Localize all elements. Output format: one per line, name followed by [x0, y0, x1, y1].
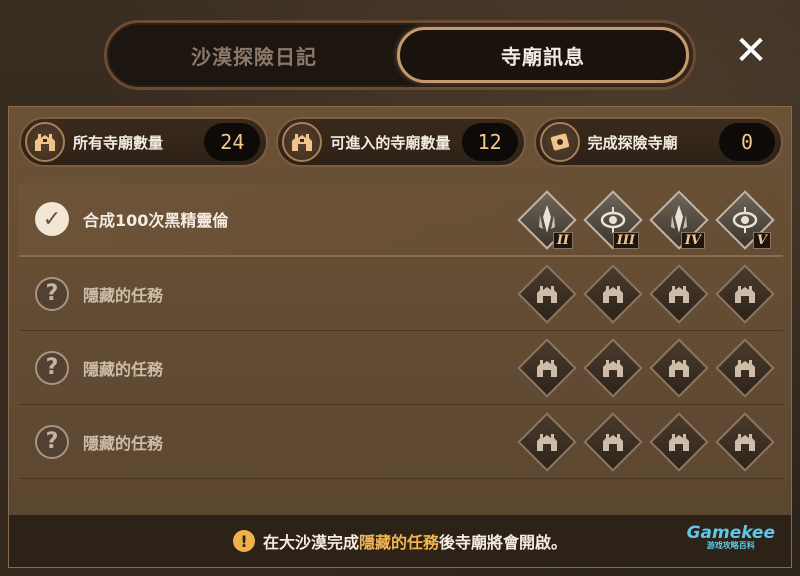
- locked-temple-icon[interactable]: [649, 263, 709, 325]
- footer-suffix: 後寺廟將會開啟。: [439, 533, 568, 552]
- stat-value: 24: [204, 123, 261, 161]
- locked-temple-icon[interactable]: [649, 337, 709, 399]
- temple-numeral: II: [552, 232, 573, 249]
- temple-emblem-eye-icon[interactable]: III: [583, 189, 643, 251]
- stats-bar: 所有寺廟數量 24 可進入的寺廟數量 12 完成探險寺廟 0: [19, 117, 783, 171]
- temple-emblems: [517, 411, 775, 473]
- temple-emblem-blade-icon[interactable]: IV: [649, 189, 709, 251]
- stat-value: 12: [461, 123, 518, 161]
- locked-temple-icon[interactable]: [715, 263, 775, 325]
- warning-icon: !: [232, 530, 255, 552]
- stat-total-temples: 所有寺廟數量 24: [19, 117, 269, 167]
- task-label: 隱藏的任務: [83, 359, 164, 379]
- temple-emblem-blade-icon[interactable]: II: [517, 189, 577, 251]
- gamekee-logo: Gamekee 游戏攻略百科: [687, 525, 775, 550]
- temple-icon: [25, 122, 65, 162]
- stat-value: 0: [718, 123, 775, 161]
- locked-temple-icon[interactable]: [649, 411, 709, 473]
- checkmark-icon: ✓: [35, 202, 69, 236]
- stat-label: 完成探險寺廟: [587, 133, 678, 152]
- temple-emblem-eye-icon[interactable]: V: [715, 189, 775, 251]
- locked-temple-icon[interactable]: [583, 263, 643, 325]
- footer-highlight: 隱藏的任務: [358, 533, 439, 552]
- task-row[interactable]: ? 隱藏的任務: [19, 405, 783, 479]
- stat-label: 可進入的寺廟數量: [330, 133, 451, 152]
- locked-temple-icon[interactable]: [517, 263, 577, 325]
- task-list: ✓ 合成100次黑精靈倫 II III IV V ? 隱藏的任務 ? 隱藏的任務…: [19, 183, 783, 479]
- question-icon: ?: [35, 424, 69, 459]
- close-button[interactable]: ✕: [730, 30, 772, 72]
- task-row[interactable]: ✓ 合成100次黑精靈倫 II III IV V: [19, 183, 783, 257]
- temple-icon: [282, 122, 323, 162]
- temple-emblems: [517, 337, 775, 399]
- footer-prefix: 在大沙漠完成: [262, 533, 359, 552]
- footer-notice: ! 在大沙漠完成 隱藏的任務 後寺廟將會開啟。 Gamekee 游戏攻略百科: [9, 515, 791, 567]
- logo-tagline: 游戏攻略百科: [706, 541, 755, 550]
- locked-temple-icon[interactable]: [517, 337, 577, 399]
- stat-completed-temples: 完成探險寺廟 0: [533, 117, 783, 167]
- task-row[interactable]: ? 隱藏的任務: [19, 257, 783, 331]
- close-icon: ✕: [734, 28, 768, 74]
- task-label: 隱藏的任務: [83, 433, 164, 453]
- task-label: 合成100次黑精靈倫: [83, 211, 229, 230]
- temple-numeral: IV: [680, 232, 705, 249]
- temple-info-panel: 所有寺廟數量 24 可進入的寺廟數量 12 完成探險寺廟 0 ✓ 合成100次黑…: [8, 106, 792, 568]
- locked-temple-icon[interactable]: [715, 337, 775, 399]
- scroll-map-icon: [539, 122, 580, 162]
- tab-temple-info[interactable]: 寺廟訊息: [397, 27, 689, 83]
- task-label: 隱藏的任務: [83, 285, 164, 305]
- temple-numeral: III: [612, 232, 639, 249]
- question-icon: ?: [35, 276, 69, 311]
- locked-temple-icon[interactable]: [583, 411, 643, 473]
- tab-desert-diary[interactable]: 沙漠探險日記: [111, 27, 397, 83]
- temple-emblems: [517, 263, 775, 325]
- temple-emblems: II III IV V: [517, 189, 775, 251]
- locked-temple-icon[interactable]: [583, 337, 643, 399]
- temple-numeral: V: [752, 232, 771, 249]
- stat-label: 所有寺廟數量: [73, 133, 164, 152]
- locked-temple-icon[interactable]: [517, 411, 577, 473]
- stat-accessible-temples: 可進入的寺廟數量 12: [276, 117, 526, 167]
- locked-temple-icon[interactable]: [715, 411, 775, 473]
- task-row[interactable]: ? 隱藏的任務: [19, 331, 783, 405]
- tab-bar: 沙漠探險日記 寺廟訊息: [104, 20, 696, 90]
- question-icon: ?: [35, 350, 69, 385]
- logo-name: Gamekee: [686, 523, 775, 543]
